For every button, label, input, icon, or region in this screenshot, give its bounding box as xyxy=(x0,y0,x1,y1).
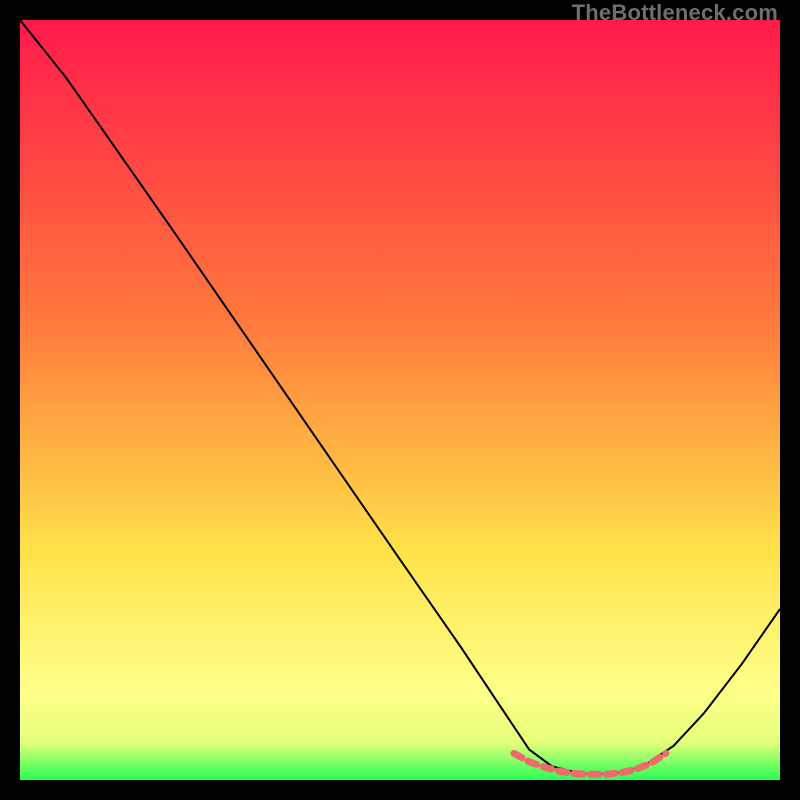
chart-svg xyxy=(20,20,780,780)
plot-area xyxy=(20,20,780,780)
watermark-text: TheBottleneck.com xyxy=(572,0,778,26)
chart-container: TheBottleneck.com xyxy=(0,0,800,800)
gradient-background xyxy=(20,20,780,780)
